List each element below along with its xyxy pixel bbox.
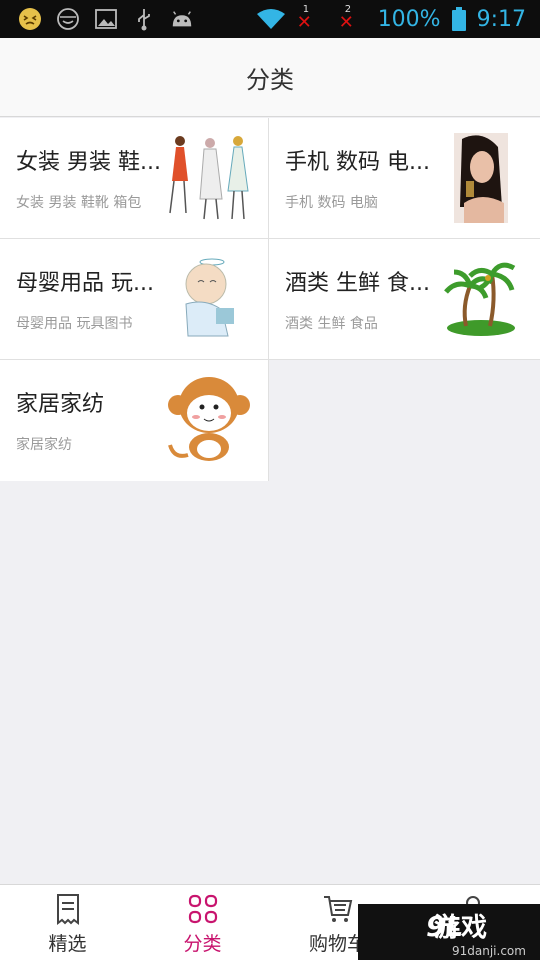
sim2-no-signal-icon: 2 ✕ [338, 4, 354, 33]
mask-face-icon [56, 7, 80, 31]
category-subtitle: 酒类 生鲜 食品 [285, 316, 378, 332]
battery-icon [451, 7, 467, 31]
clock: 9:17 [476, 6, 526, 32]
category-title: 酒类 生鲜 食... [285, 271, 430, 296]
nav-tab-category[interactable]: 分类 [135, 885, 270, 960]
category-title: 手机 数码 电... [285, 150, 430, 175]
sim1-no-signal-icon: 1 ✕ [296, 4, 312, 33]
category-subtitle: 家居家纺 [16, 437, 72, 453]
battery-percent: 100% [377, 6, 441, 32]
status-bar: 1 ✕ 2 ✕ 100% 9:17 [0, 0, 540, 38]
page-title: 分类 [246, 65, 294, 94]
category-subtitle: 母婴用品 玩具图书 [16, 316, 133, 332]
category-title: 家居家纺 [16, 392, 105, 417]
empty-cell [269, 360, 540, 481]
nav-tab-featured[interactable]: 精选 [0, 885, 135, 960]
cart-icon [322, 893, 354, 925]
grid-icon [187, 893, 219, 925]
page-header: 分类 [0, 38, 540, 117]
usb-icon [132, 7, 156, 31]
category-item-home[interactable]: 家居家纺 家居家纺 [0, 360, 269, 481]
baby-cartoon-image [164, 253, 254, 345]
android-icon [170, 7, 194, 31]
category-item-baby[interactable]: 母婴用品 玩... 母婴用品 玩具图书 [0, 239, 269, 360]
watermark-logo-mark: 9L [426, 910, 464, 943]
category-item-fashion[interactable]: 女装 男装 鞋... 女装 男装 鞋靴 箱包 [0, 118, 269, 239]
nav-tab-label: 精选 [48, 933, 87, 955]
category-subtitle: 手机 数码 电脑 [285, 195, 378, 211]
fashion-sketch-image [164, 132, 254, 224]
category-title: 母婴用品 玩... [16, 271, 154, 296]
emoji-face-icon [18, 7, 42, 31]
woman-phone-image [454, 132, 508, 224]
image-icon [94, 7, 118, 31]
monkey-cartoon-image [164, 374, 254, 466]
wifi-icon [256, 7, 286, 31]
category-item-digital[interactable]: 手机 数码 电... 手机 数码 电脑 [269, 118, 540, 239]
watermark-logo: 9L 游戏 91danji.com [358, 904, 540, 960]
category-subtitle: 女装 男装 鞋靴 箱包 [16, 195, 142, 211]
nav-tab-label: 分类 [183, 933, 222, 955]
category-item-food[interactable]: 酒类 生鲜 食... 酒类 生鲜 食品 [269, 239, 540, 360]
category-title: 女装 男装 鞋... [16, 150, 161, 175]
palm-island-image [436, 253, 526, 345]
receipt-icon [52, 893, 84, 925]
watermark-url: 91danji.com [452, 943, 526, 958]
category-grid: 女装 男装 鞋... 女装 男装 鞋靴 箱包 手机 数码 电... 手机 数码 … [0, 118, 540, 481]
